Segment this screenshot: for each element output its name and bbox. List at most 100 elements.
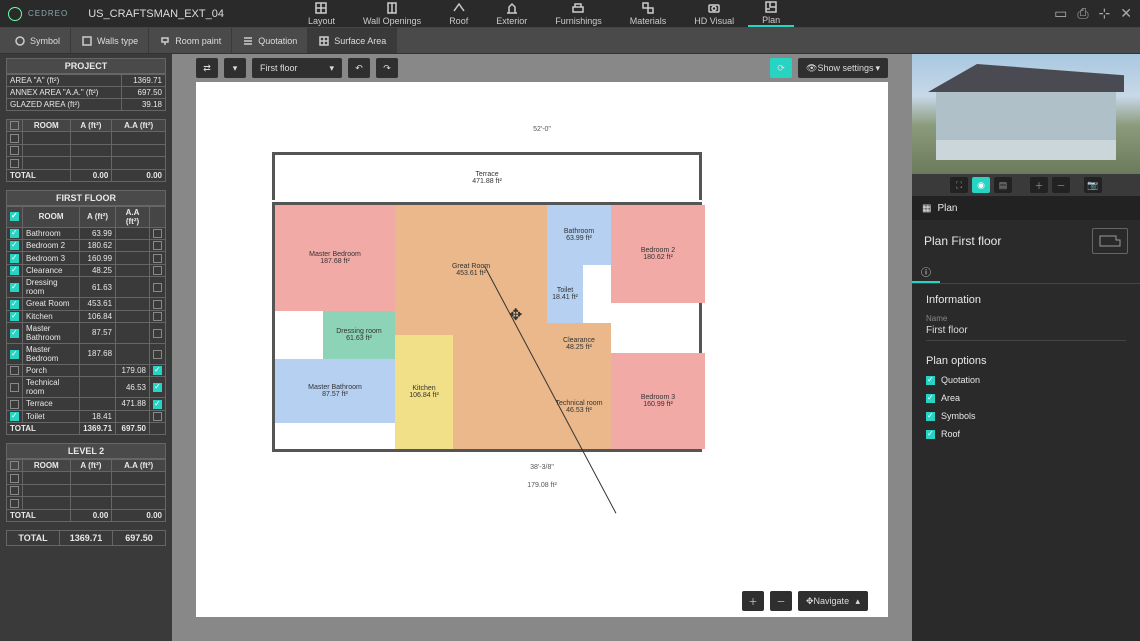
right-panel-title: Plan First floor (912, 220, 1140, 262)
left-panel: PROJECT AREA "A" (ft²)1369.71 ANNEX AREA… (0, 54, 172, 641)
shape-thumbnail (1092, 228, 1128, 254)
minimize-icon[interactable]: ⊹ (1099, 5, 1111, 22)
sync-button[interactable]: ⟳ (770, 58, 792, 78)
camera-icon (707, 1, 721, 15)
save-icon[interactable]: ⎙ (1077, 5, 1088, 22)
field-value-name[interactable]: First floor (926, 325, 1126, 341)
room-terrace[interactable]: Terrace471.88 ft² (272, 152, 702, 200)
level2-table: ROOMA (ft²)A.A (ft²) TOTAL0.000.00 (6, 459, 166, 522)
option-area[interactable]: Area (926, 393, 1126, 403)
brand-label: CEDREO (28, 9, 68, 18)
preview-toolbar: ⛶ ◉ ▤ ＋ － 📷 (912, 174, 1140, 196)
project-panel-header: PROJECT (6, 58, 166, 74)
project-name: US_CRAFTSMAN_EXT_04 (88, 8, 224, 20)
floor-select[interactable]: First floor▾ (252, 58, 342, 78)
room-great[interactable]: Great Room453.61 ft² (395, 205, 547, 335)
room-bedroom3[interactable]: Bedroom 3160.99 ft² (611, 353, 705, 449)
top-bar: CEDREO US_CRAFTSMAN_EXT_04 Layout Wall O… (0, 0, 1140, 28)
first-floor-header: FIRST FLOOR (6, 190, 166, 206)
room-master-bath[interactable]: Master Bathroom87.57 ft² (275, 359, 395, 423)
subtab-walls-type[interactable]: Walls type (71, 28, 149, 53)
room-dressing[interactable]: Dressing room61.63 ft² (323, 311, 395, 359)
view-orbit-button[interactable]: ◉ (972, 177, 990, 193)
furnishings-icon (571, 1, 585, 15)
undo-button[interactable]: ↶ (348, 58, 370, 78)
room-master-bedroom[interactable]: Master Bedroom187.68 ft² (275, 205, 395, 311)
tab-materials[interactable]: Materials (616, 0, 681, 27)
canvas-toolbar: ⇄ ▾ First floor▾ ↶ ↷ ⟳ 👁 Show settings▾ (172, 54, 912, 82)
canvas-bottom-controls: ＋ － ✥ Navigate▴ (742, 591, 868, 611)
grand-total: TOTAL 1369.71 697.50 (6, 530, 166, 546)
project-table: AREA "A" (ft²)1369.71 ANNEX AREA "A.A." … (6, 74, 166, 111)
info-tab-i[interactable]: ⓘ (912, 262, 940, 283)
close-icon[interactable]: ✕ (1120, 5, 1132, 22)
room-bedroom2[interactable]: Bedroom 2180.62 ft² (611, 205, 705, 303)
room-kitchen[interactable]: Kitchen106.84 ft² (395, 335, 453, 449)
sub-toolbar: Symbol Walls type Room paint Quotation S… (0, 28, 1140, 54)
preview-zoom-in[interactable]: ＋ (1030, 177, 1048, 193)
window-controls: ▭ ⎙ ⊹ ✕ (1054, 5, 1132, 22)
show-settings-button[interactable]: 👁 Show settings▾ (798, 58, 888, 78)
floor-dropdown-caret[interactable]: ▾ (224, 58, 246, 78)
view-person-button[interactable]: ⛶ (950, 177, 968, 193)
plan-icon (764, 0, 778, 14)
dim-porch-area: 179.08 ft² (224, 482, 860, 489)
view-layers-button[interactable]: ▤ (994, 177, 1012, 193)
paint-icon (159, 35, 171, 47)
room-bathroom[interactable]: Bathroom63.99 ft² (547, 205, 611, 265)
walls-icon (81, 35, 93, 47)
redo-button[interactable]: ↷ (376, 58, 398, 78)
area-icon (318, 35, 330, 47)
canvas-area: ⇄ ▾ First floor▾ ↶ ↷ ⟳ 👁 Show settings▾ … (172, 54, 912, 641)
right-panel: ⛶ ◉ ▤ ＋ － 📷 ▦ Plan Plan First floor ⓘ In… (912, 54, 1140, 641)
option-roof[interactable]: Roof (926, 429, 1126, 439)
check-all-ff[interactable] (10, 212, 19, 221)
subtab-surface-area[interactable]: Surface Area (308, 28, 397, 53)
option-symbols[interactable]: Symbols (926, 411, 1126, 421)
logo-icon (8, 7, 22, 21)
tab-roof[interactable]: Roof (435, 0, 482, 27)
right-tab-plan[interactable]: ▦ Plan (912, 196, 1140, 220)
room-toilet[interactable]: Toilet18.41 ft² (547, 265, 583, 323)
symbol-icon (14, 35, 26, 47)
swap-button[interactable]: ⇄ (196, 58, 218, 78)
option-quotation[interactable]: Quotation (926, 375, 1126, 385)
comment-icon[interactable]: ▭ (1054, 5, 1067, 22)
openings-icon (385, 1, 399, 15)
navigate-button[interactable]: ✥ Navigate▴ (798, 591, 868, 611)
zoom-in-button[interactable]: ＋ (742, 591, 764, 611)
section-information: Information (926, 294, 1126, 306)
section-plan-options: Plan options (926, 355, 1126, 367)
floor-plan: Master Bedroom187.68 ft² Dressing room61… (272, 202, 702, 452)
materials-icon (641, 1, 655, 15)
room-technical[interactable]: Technical room46.53 ft² (547, 365, 611, 449)
empty-rooms-table: ROOMA (ft²)A.A (ft²) TOTAL0.000.00 (6, 119, 166, 182)
tab-furnishings[interactable]: Furnishings (541, 0, 616, 27)
house-render (936, 88, 1116, 160)
tab-exterior[interactable]: Exterior (482, 0, 541, 27)
preview-camera-button[interactable]: 📷 (1084, 177, 1102, 193)
roof-icon (452, 1, 466, 15)
level2-header: LEVEL 2 (6, 443, 166, 459)
dim-porch-w: 38'-3/8" (364, 464, 720, 471)
main-tabs: Layout Wall Openings Roof Exterior Furni… (294, 0, 794, 27)
info-tabs: ⓘ (912, 262, 1140, 284)
preview-zoom-out[interactable]: － (1052, 177, 1070, 193)
room-great2[interactable] (453, 335, 547, 449)
preview-3d[interactable] (912, 54, 1140, 174)
zoom-out-button[interactable]: － (770, 591, 792, 611)
tab-layout[interactable]: Layout (294, 0, 349, 27)
subtab-room-paint[interactable]: Room paint (149, 28, 232, 53)
plan-canvas[interactable]: 52'-0" Terrace471.88 ft² Master Bedroom1… (196, 82, 888, 617)
tab-plan[interactable]: Plan (748, 0, 794, 27)
subtab-quotation[interactable]: Quotation (232, 28, 308, 53)
room-clearance[interactable]: Clearance48.25 ft² (547, 323, 611, 365)
first-floor-table: ROOMA (ft²)A.A (ft²) Bathroom63.99 Bedro… (6, 206, 166, 436)
check-all-empty[interactable] (10, 121, 19, 130)
tab-wall-openings[interactable]: Wall Openings (349, 0, 435, 27)
dim-top: 52'-0" (224, 126, 860, 133)
exterior-icon (505, 1, 519, 15)
subtab-symbol[interactable]: Symbol (4, 28, 71, 53)
field-label-name: Name (926, 314, 1126, 323)
tab-hd-visual[interactable]: HD Visual (680, 0, 748, 27)
